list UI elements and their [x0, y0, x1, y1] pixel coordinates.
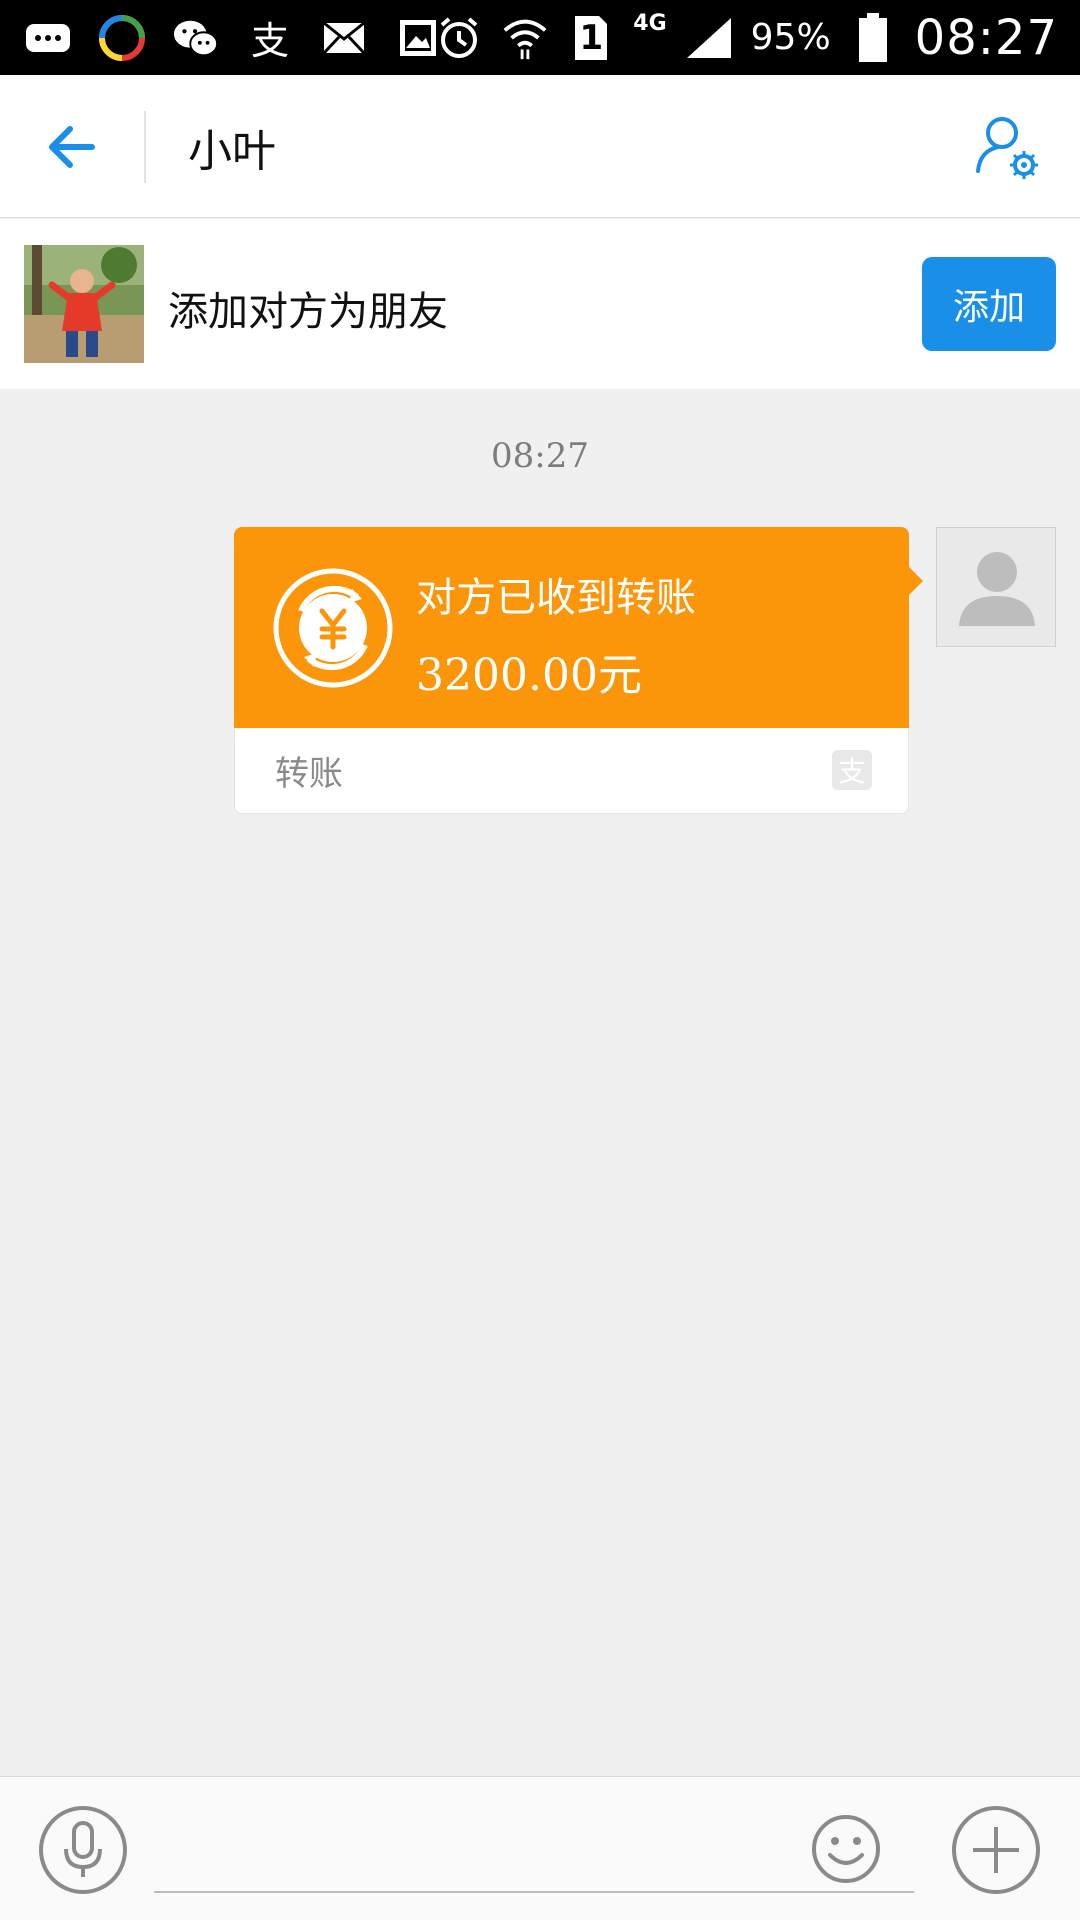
notification-icons: 支: [0, 14, 442, 63]
network-type: 4G: [633, 11, 667, 36]
bubble-pointer: [909, 567, 923, 595]
contact-avatar[interactable]: [24, 245, 144, 363]
signal-icon: [685, 14, 733, 62]
alarm-icon: [435, 14, 483, 62]
transfer-amount: 3200.00元: [416, 650, 642, 701]
default-avatar-icon: [959, 552, 1035, 626]
back-arrow-icon: [49, 126, 95, 168]
add-friend-bar: 添加对方为朋友 添加: [0, 219, 1080, 389]
wifi-icon: [501, 14, 549, 62]
alipay-logo-icon: 支: [832, 750, 872, 790]
alipay-icon: 支: [250, 19, 289, 63]
status-bar: 支 1 4G 95% 08:27: [0, 0, 1080, 75]
back-button[interactable]: [40, 115, 104, 179]
header-divider: [144, 111, 146, 183]
voice-button[interactable]: [38, 1805, 128, 1895]
transfer-yuan-icon: [272, 567, 394, 689]
wechat-icon: [172, 14, 220, 62]
message-icon: [24, 14, 72, 62]
battery-icon: [849, 12, 897, 62]
plus-icon: [952, 1806, 1040, 1894]
transfer-type-label: 转账: [275, 754, 343, 794]
transfer-card-header: 对方已收到转账 3200.00元: [234, 527, 909, 728]
transfer-status: 对方已收到转账: [416, 575, 696, 621]
add-friend-text: 添加对方为朋友: [168, 289, 448, 335]
transfer-message-card[interactable]: 对方已收到转账 3200.00元 转账 支: [234, 527, 923, 814]
self-avatar[interactable]: [936, 527, 1056, 647]
microphone-icon: [39, 1806, 127, 1894]
app-root: 支 1 4G 95% 08:27 小叶 添加对方为朋友 添加 08:27 对方已…: [0, 0, 1080, 1920]
more-options-button[interactable]: [951, 1805, 1041, 1895]
transfer-card-footer: 转账 支: [234, 728, 909, 814]
emoji-button[interactable]: [810, 1813, 882, 1885]
status-time: 08:27: [914, 9, 1058, 66]
mail-icon: [320, 14, 368, 62]
input-bar: [0, 1776, 1080, 1920]
system-icons: 1 4G 95% 08:27: [435, 0, 1058, 75]
chat-header: 小叶: [0, 75, 1080, 218]
add-friend-button[interactable]: 添加: [922, 257, 1056, 351]
emoji-icon: [812, 1815, 880, 1883]
app-icon: [98, 14, 146, 62]
message-input[interactable]: [154, 1807, 914, 1893]
profile-settings-button[interactable]: [972, 113, 1044, 185]
sim-icon: 1: [567, 14, 615, 62]
message-timestamp: 08:27: [491, 436, 589, 476]
battery-percent: 95%: [750, 17, 831, 58]
sim-slot-text: 1: [579, 17, 604, 58]
child-photo: [24, 245, 144, 363]
page-title: 小叶: [188, 126, 276, 177]
profile-settings-icon: [976, 117, 1038, 179]
